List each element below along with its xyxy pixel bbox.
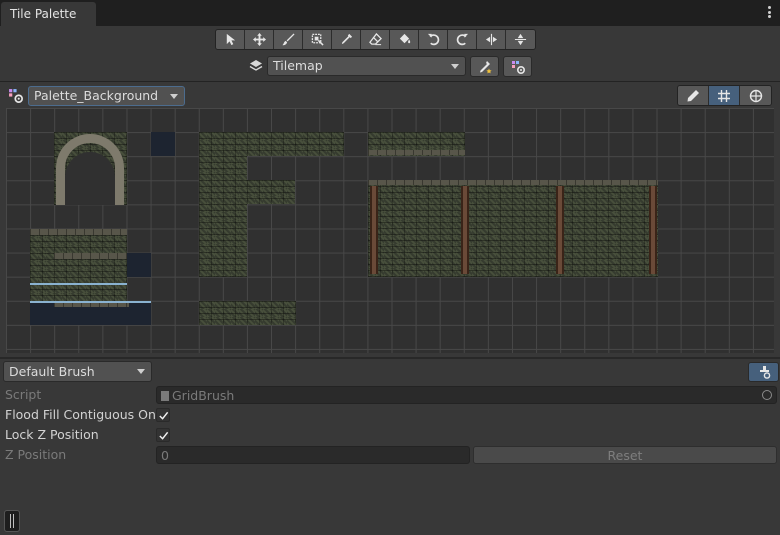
rotate-ccw-icon [427,33,439,46]
picker-tool-button[interactable] [332,30,361,49]
tilemap-settings-button[interactable] [503,56,532,77]
tab-tile-palette[interactable]: Tile Palette [1,2,96,26]
arch-opening [65,152,115,205]
tile-wall-top[interactable] [247,132,344,156]
tile-room[interactable] [368,180,658,277]
script-label: Script [5,387,42,402]
flip-x-icon [485,33,497,46]
tool-strip [215,29,536,50]
tile-palette-window: Tilemap Palette_Background Default Brush… [0,26,780,535]
flood-fill-icon [399,33,410,44]
tab-bar: Tile Palette [0,0,780,26]
tile-pillar [556,186,564,274]
grid-toggle-button[interactable] [709,86,740,105]
tile-ledge [368,150,465,155]
tile-wall-col[interactable] [199,132,247,277]
tile-pillar [461,186,469,274]
select-icon [226,33,235,46]
checkmark-icon [159,411,169,420]
active-tilemap-label: Tilemap [273,58,323,73]
flood-fill-label: Flood Fill Contiguous Only [5,407,167,422]
palette-grid-canvas[interactable] [6,108,774,353]
tile-dark[interactable] [127,253,151,277]
tab-title: Tile Palette [10,7,77,21]
palette-icon [9,89,23,103]
palette-dropdown[interactable]: Palette_Background [28,86,185,106]
flip-y-icon [514,33,527,46]
tile-ledge [54,303,129,307]
rotate-cw-icon [456,33,468,46]
layers-icon [249,60,263,71]
script-file-icon [161,391,169,401]
brush-inspector: Default Brush Script GridBrush Flood Fil… [0,359,780,535]
palette-bar: Palette_Background [0,82,780,108]
z-position-value: 0 [161,448,169,463]
focus-mode-button[interactable] [470,56,499,77]
resize-grip-icon[interactable] [4,510,20,532]
focus-picker-icon [479,60,492,73]
rotate-ccw-button[interactable] [419,30,448,49]
brush-name: Default Brush [9,364,95,379]
move-icon [252,33,266,46]
tile-dark[interactable] [151,132,175,156]
chevron-down-icon [170,94,178,99]
reset-button[interactable]: Reset [473,446,777,464]
gizmo-toggle-button[interactable] [740,86,771,105]
palette-name: Palette_Background [34,88,159,103]
brush-pick-button[interactable] [748,362,779,382]
script-field: GridBrush [156,386,777,404]
tile-ledge [30,229,127,235]
gizmo-icon [749,89,762,102]
select-tool-button[interactable] [216,30,245,49]
tile-pillar [370,186,378,274]
tile-row-3[interactable] [30,277,127,301]
edit-palette-button[interactable] [678,86,709,105]
grid-icon [718,89,730,102]
fill-tool-button[interactable] [390,30,419,49]
z-position-label: Z Position [5,447,67,462]
paint-tool-button[interactable] [274,30,303,49]
tile-pillar [649,186,657,274]
move-tool-button[interactable] [245,30,274,49]
script-value: GridBrush [172,388,235,403]
lock-z-label: Lock Z Position [5,427,99,442]
tile-wall-mid[interactable] [247,180,295,204]
lock-z-checkbox[interactable] [156,428,170,442]
checkmark-icon [159,431,169,440]
brush-settings-icon [759,366,770,379]
box-fill-tool-button[interactable] [303,30,332,49]
target-row: Tilemap [0,56,780,78]
rotate-cw-button[interactable] [448,30,477,49]
object-picker-icon[interactable] [762,390,772,400]
tile-ledge [368,180,658,185]
z-position-input[interactable]: 0 [156,446,470,464]
paintbrush-icon [281,33,295,46]
box-fill-icon [311,33,324,46]
flip-y-button[interactable] [506,30,535,49]
brush-dropdown[interactable]: Default Brush [3,361,152,382]
palette-view-modes [677,85,772,106]
chevron-down-icon [137,369,145,374]
palette-settings-icon [511,60,525,74]
tile-ledge [54,253,129,259]
tile-wall-bottom[interactable] [199,301,296,325]
pencil-icon [687,89,699,101]
eraser-tool-button[interactable] [361,30,390,49]
flip-x-button[interactable] [477,30,506,49]
more-menu-icon[interactable] [767,6,771,18]
active-tilemap-dropdown[interactable]: Tilemap [267,56,466,76]
flood-fill-checkbox[interactable] [156,408,170,422]
picker-icon [341,33,352,45]
chevron-down-icon [451,64,459,69]
tile-water-edge [30,283,127,285]
eraser-icon [368,33,382,46]
